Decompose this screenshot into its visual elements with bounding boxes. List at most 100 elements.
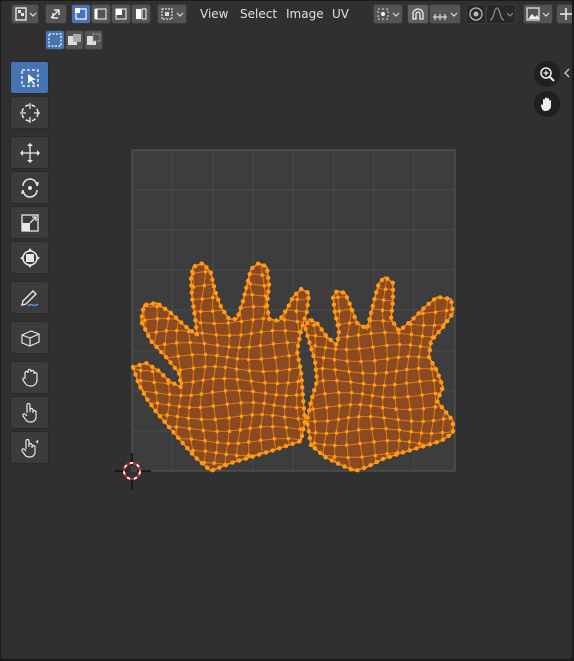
mesh-vertex [274,318,279,323]
mesh-vertex [154,330,159,335]
mesh-vertex [397,438,401,443]
tool-move[interactable] [10,136,49,169]
mesh-vertex [390,301,395,306]
mesh-vertex [222,309,227,315]
mesh-vertex [458,467,462,471]
mesh-vertex [381,298,386,302]
mesh-vertex [432,323,437,328]
mesh-vertex [174,425,179,429]
sidebar-toggle-icon[interactable] [562,67,572,79]
mesh-vertex [300,385,305,390]
mesh-vertex [416,366,421,371]
mesh-vertex [394,369,399,373]
zoom-gizmo[interactable] [534,61,560,87]
mesh-vertex [145,397,150,402]
mesh-vertex [270,448,275,453]
mesh-vertex [188,276,194,281]
uv-viewport[interactable] [1,1,573,660]
mesh-vertex [383,287,388,292]
mesh-vertex [405,367,409,372]
mesh-vertex [305,302,310,308]
mesh-vertex [458,370,462,374]
mesh-vertex [357,346,361,351]
mesh-vertex [367,317,372,322]
mesh-vertex [245,278,251,284]
mesh-vertex [393,382,397,387]
mesh-vertex [215,343,220,347]
mesh-vertex [180,440,185,446]
mesh-vertex [199,417,204,422]
mesh-vertex [387,454,392,459]
mesh-vertex [198,309,203,314]
mesh-vertex [259,357,264,361]
mesh-vertex [304,320,310,325]
mesh-vertex [311,407,315,411]
mesh-vertex [328,337,333,343]
rip-icon [20,329,40,347]
mesh-vertex [348,467,354,472]
mesh-vertex [257,452,262,457]
mesh-vertex [361,324,366,330]
mesh-vertex [409,332,414,337]
tool-annotate[interactable] [10,281,49,314]
mesh-vertex [370,426,374,431]
mesh-vertex [199,261,204,266]
mesh-vertex [344,295,350,300]
mesh-vertex [450,428,456,434]
mesh-vertex [266,282,272,287]
mesh-vertex [433,391,438,396]
mesh-vertex [275,369,279,373]
mesh-vertex [236,441,240,446]
tool-rip[interactable] [10,321,49,354]
mesh-vertex [336,417,341,422]
mesh-vertex [251,304,256,309]
mesh-vertex [436,329,441,335]
mesh-vertex [294,309,299,313]
mesh-vertex [400,450,406,455]
pan-gizmo[interactable] [534,91,560,117]
tool-transform[interactable] [10,241,49,274]
mesh-vertex [154,344,159,350]
mesh-vertex [448,415,453,421]
mesh-vertex [449,299,454,305]
mesh-vertex [440,324,446,329]
mesh-vertex [127,306,131,310]
mesh-vertex [174,341,179,345]
mesh-vertex [175,435,181,440]
tool-cursor[interactable] [10,96,49,129]
mesh-vertex [249,379,254,383]
mesh-vertex [370,303,375,309]
mesh-vertex [444,296,450,301]
mesh-vertex [225,402,230,407]
mesh-vertex [335,323,340,328]
mesh-vertex [421,419,425,424]
uv-editor: View Select Image UV [0,0,573,660]
mesh-vertex [457,295,461,299]
mesh-vertex [323,391,327,396]
mesh-vertex [272,437,277,441]
tool-pinch[interactable] [10,431,49,464]
mesh-vertex [155,317,160,321]
mesh-vertex [172,365,178,371]
mesh-vertex [238,428,243,432]
tool-scale[interactable] [10,206,49,239]
tool-grab[interactable] [10,361,49,394]
mesh-vertex [369,404,373,408]
mesh-vertex [373,371,378,376]
mesh-vertex [290,441,295,446]
mesh-vertex [234,367,239,371]
mesh-vertex [295,319,300,324]
tool-select-box[interactable] [10,61,49,94]
mesh-vertex [167,392,172,397]
tool-relax[interactable] [10,396,49,429]
mesh-vertex [407,448,412,453]
mesh-vertex [431,297,437,302]
mesh-vertex [210,295,215,300]
tool-rotate[interactable] [10,171,49,204]
mesh-vertex [404,381,409,385]
mesh-vertex [349,390,354,395]
mesh-vertex [395,327,401,332]
mesh-vertex [271,341,276,346]
mesh-vertex [319,327,324,332]
mesh-vertex [379,277,385,283]
